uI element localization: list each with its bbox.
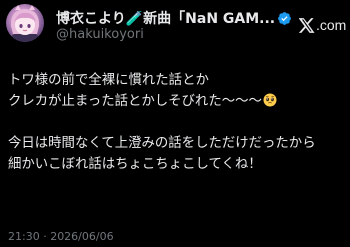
tweet-line-with-emoji: クレカが止まった話とかしそびれた〜〜〜 bbox=[8, 91, 346, 112]
pleading-face-emoji-icon bbox=[263, 93, 277, 107]
x-logo-icon bbox=[298, 18, 315, 37]
tweet-line: 今日は時間なくて上澄みの話をしただけだったから bbox=[8, 136, 316, 151]
author-avatar[interactable] bbox=[6, 4, 44, 42]
brand-text: .com bbox=[316, 17, 347, 33]
author-handle[interactable]: @hakuikoyori bbox=[56, 27, 144, 42]
tweet-card: 博衣こより🧪新曲「NaN GAM... @hakuikoyori .com トワ… bbox=[0, 0, 350, 247]
tweet-text: トワ様の前で全裸に慣れた話とか クレカが止まった話とかしそびれた〜〜〜 今日は時… bbox=[8, 70, 346, 175]
tweet-header: 博衣こより🧪新曲「NaN GAM... @hakuikoyori .com bbox=[6, 4, 346, 44]
verified-badge-icon bbox=[277, 11, 292, 26]
tweet-timestamp[interactable]: 21:30 · 2026/06/06 bbox=[8, 230, 114, 244]
x-brand-watermark: .com bbox=[298, 15, 347, 33]
tweet-line: 細かいこぼれ話はちょこちょこしてくね！ bbox=[8, 157, 262, 172]
tweet-line: トワ様の前で全裸に慣れた話とか bbox=[8, 73, 209, 88]
tweet-line-text: クレカが止まった話とかしそびれた〜〜〜 bbox=[8, 94, 262, 109]
avatar-image-icon bbox=[8, 5, 42, 42]
author-display-name[interactable]: 博衣こより🧪新曲「NaN GAM... bbox=[56, 11, 275, 26]
author-name-row: 博衣こより🧪新曲「NaN GAM... bbox=[56, 8, 296, 26]
